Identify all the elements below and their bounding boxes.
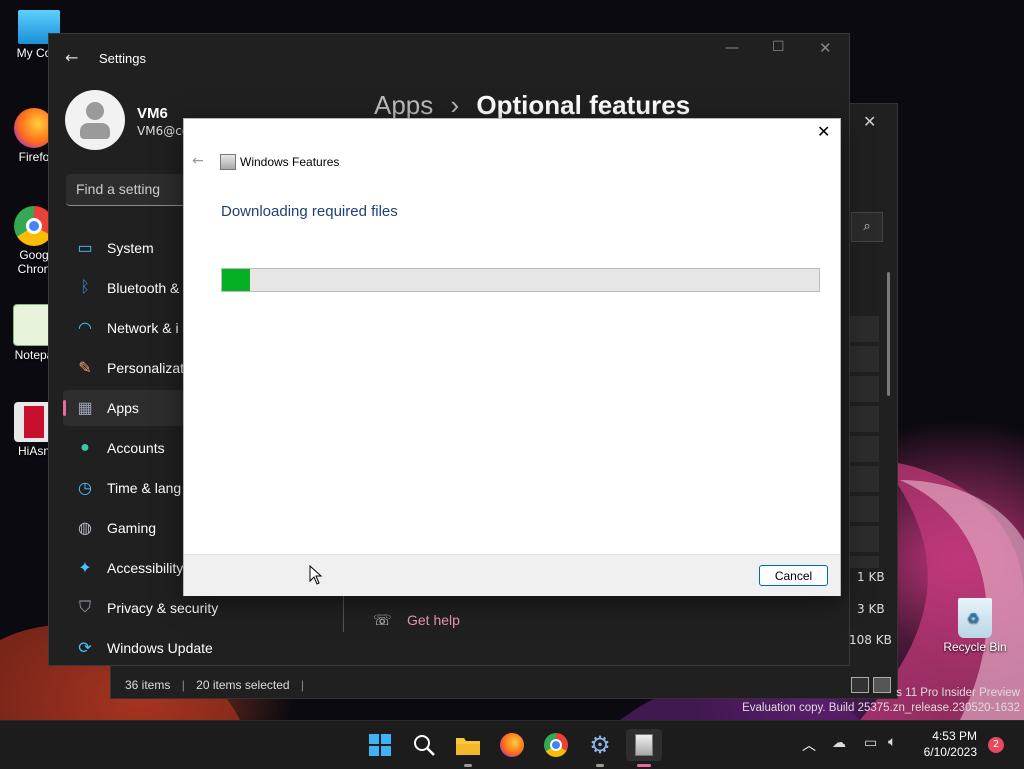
recycle-bin-icon: ♻ xyxy=(958,598,992,638)
explorer-close-icon[interactable]: ✕ xyxy=(863,112,876,131)
cancel-button[interactable]: Cancel xyxy=(759,565,828,586)
accessibility-icon: ✦ xyxy=(78,560,92,577)
help-icon: ☏ xyxy=(373,611,392,629)
chrome-icon xyxy=(544,733,568,757)
window-title: Settings xyxy=(99,51,146,66)
sidebar-item-label: System xyxy=(107,240,154,256)
sidebar-item-label: Privacy & security xyxy=(107,600,219,616)
explorer-search-icon[interactable]: ⌕ xyxy=(851,212,883,242)
taskbar-file-explorer[interactable] xyxy=(452,729,484,767)
clock-date: 6/10/2023 xyxy=(923,745,977,759)
clock-time: 4:53 PM xyxy=(932,729,977,743)
user-name: VM6 xyxy=(137,105,168,122)
breadcrumb: Apps › Optional features xyxy=(374,90,690,121)
volume-icon[interactable]: 🔈︎ xyxy=(888,734,896,750)
desktop-icon-label: Recycle Bin xyxy=(943,640,1007,654)
evaluation-watermark: s 11 Pro Insider Preview Evaluation copy… xyxy=(742,686,1020,716)
taskbar-chrome[interactable] xyxy=(540,729,572,761)
progress-fill xyxy=(222,269,251,291)
divider xyxy=(343,596,344,632)
dialog-close-icon[interactable]: ✕ xyxy=(817,122,830,141)
watermark-line: Evaluation copy. Build 25375.zn_release.… xyxy=(742,702,1020,714)
avatar[interactable] xyxy=(65,90,125,150)
start-button[interactable] xyxy=(364,729,396,761)
time-icon: ◷ xyxy=(78,480,92,497)
sidebar-item-label: Bluetooth & xyxy=(107,280,180,296)
taskbar-settings[interactable]: ⚙ xyxy=(584,729,616,767)
page-title: Optional features xyxy=(476,90,691,120)
file-size: 1 KB xyxy=(857,570,885,584)
windows-features-dialog: ✕ ← Windows Features Downloading require… xyxy=(183,118,841,596)
file-size: 108 KB xyxy=(849,633,892,647)
wifi-icon: ◠ xyxy=(78,320,92,337)
sidebar-item-label: Apps xyxy=(107,400,139,416)
windows-features-icon xyxy=(220,154,236,170)
system-icon: ▭ xyxy=(77,240,93,257)
sidebar-item-label: Windows Update xyxy=(107,640,213,656)
breadcrumb-parent[interactable]: Apps xyxy=(374,90,433,120)
dialog-back-icon[interactable]: ← xyxy=(192,153,204,169)
sidebar-item-label: Time & lang xyxy=(107,480,182,496)
gear-icon: ⚙ xyxy=(589,731,611,759)
clock[interactable]: 4:53 PM 6/10/2023 xyxy=(915,728,977,760)
windows-features-icon xyxy=(635,734,653,756)
taskbar-firefox[interactable] xyxy=(496,729,528,761)
search-placeholder: Find a setting xyxy=(76,181,161,197)
sidebar-item-label: Personalizat xyxy=(107,360,185,376)
taskbar-windows-features[interactable] xyxy=(626,729,662,767)
get-help-link[interactable]: Get help xyxy=(407,612,460,628)
show-hidden-icons-chevron-up-icon[interactable]: ︿ xyxy=(802,735,816,755)
explorer-rows xyxy=(849,316,879,568)
progress-bar xyxy=(221,268,820,292)
dialog-footer: Cancel xyxy=(184,554,840,596)
desktop-icon-recycle-bin[interactable]: ♻ Recycle Bin xyxy=(935,598,1015,654)
status-selected-count: 20 items selected xyxy=(196,678,290,692)
bluetooth-icon: ᛒ xyxy=(80,279,90,296)
mouse-cursor-icon xyxy=(309,565,323,585)
breadcrumb-separator: › xyxy=(450,90,460,120)
search-icon xyxy=(414,735,435,756)
back-arrow-icon[interactable]: ← xyxy=(65,48,78,67)
cloud-offline-icon[interactable]: ☁ xyxy=(832,735,846,751)
status-bar: 36 items | 20 items selected | xyxy=(125,678,305,692)
accounts-icon: ● xyxy=(80,439,90,456)
minimize-icon[interactable]: — xyxy=(725,40,739,56)
sidebar-item-label: Gaming xyxy=(107,520,157,536)
sidebar-item-windows-update[interactable]: ⟳ Windows Update xyxy=(63,630,343,666)
maximize-icon[interactable]: ☐ xyxy=(772,39,785,55)
notification-badge[interactable]: 2 xyxy=(988,737,1004,753)
windows-logo-icon xyxy=(369,734,391,756)
sidebar-item-label: Accounts xyxy=(107,440,165,456)
sidebar-item-label: Accessibility xyxy=(107,560,184,576)
search-button[interactable] xyxy=(408,729,440,761)
dialog-title: Windows Features xyxy=(240,155,340,169)
update-icon: ⟳ xyxy=(78,640,92,657)
folder-icon xyxy=(456,738,480,755)
network-icon[interactable]: ▭ xyxy=(864,735,877,751)
brush-icon: ✎ xyxy=(78,360,92,377)
apps-icon: ▦ xyxy=(77,400,93,417)
firefox-icon xyxy=(500,733,524,757)
gaming-icon: ◍ xyxy=(78,520,92,537)
explorer-scrollbar[interactable] xyxy=(887,272,890,396)
close-icon[interactable]: ✕ xyxy=(819,39,832,57)
status-item-count: 36 items xyxy=(125,678,171,692)
taskbar: ⚙ ︿ ☁ ▭ 🔈︎ 4:53 PM 6/10/2023 2 xyxy=(0,720,1024,769)
file-size: 3 KB xyxy=(857,602,885,616)
watermark-line: s 11 Pro Insider Preview xyxy=(896,687,1020,699)
dialog-heading: Downloading required files xyxy=(221,203,398,220)
user-email: VM6@co xyxy=(137,124,190,138)
shield-icon: ⛉ xyxy=(78,599,91,616)
sidebar-item-label: Network & i xyxy=(107,320,179,336)
